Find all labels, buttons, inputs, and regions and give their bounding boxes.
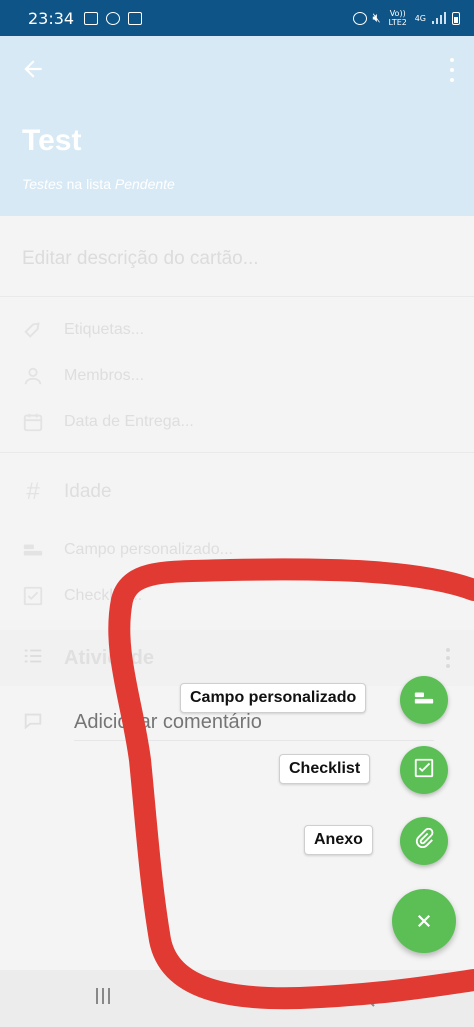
paperclip-icon <box>413 827 435 855</box>
due-date-row[interactable]: Data de Entrega... <box>0 400 474 444</box>
card-subtitle: Testes na lista Pendente <box>22 176 175 192</box>
do-not-disturb-icon <box>106 11 121 25</box>
activity-more-icon[interactable] <box>446 648 450 668</box>
person-icon <box>22 365 44 387</box>
status-bar: 23:34 🔇︎ Vo)) LTE2 4G <box>0 0 474 36</box>
label-tag-icon <box>22 319 44 341</box>
status-system-icons: 🔇︎ Vo)) LTE2 4G <box>352 9 460 27</box>
custom-field-icon <box>22 539 44 561</box>
system-nav-bar <box>0 970 474 1027</box>
more-vert-icon[interactable] <box>448 58 456 82</box>
recents-icon[interactable] <box>96 988 110 1004</box>
fab-label-custom-field[interactable]: Campo personalizado <box>180 683 367 713</box>
checkbox-notification-icon <box>128 11 143 25</box>
signal-icon <box>432 12 446 24</box>
custom-field-row[interactable]: Campo personalizado... <box>0 528 474 572</box>
list-icon <box>22 645 44 672</box>
fab-custom-field-button[interactable] <box>400 676 448 724</box>
board-name: Testes <box>22 176 63 192</box>
labels-text: Etiquetas... <box>64 321 145 338</box>
back-arrow-icon[interactable] <box>20 56 46 82</box>
hash-icon: # <box>26 478 40 505</box>
checklist-icon <box>22 585 44 607</box>
labels-row[interactable]: Etiquetas... <box>0 308 474 352</box>
members-row[interactable]: Membros... <box>0 354 474 398</box>
battery-icon <box>452 11 460 25</box>
divider <box>0 296 474 297</box>
age-field-row[interactable]: # Idade <box>0 470 474 514</box>
fab-label-checklist[interactable]: Checklist <box>279 754 371 784</box>
volte-indicator: Vo)) LTE2 <box>388 9 407 27</box>
network-type: 4G <box>414 13 426 23</box>
close-icon <box>415 906 433 937</box>
fab-label-attachment[interactable]: Anexo <box>304 825 373 855</box>
calendar-icon <box>22 411 44 433</box>
fab-attachment-button[interactable] <box>400 817 448 865</box>
image-icon <box>84 11 99 25</box>
checklist-text: Checklist... <box>64 587 143 604</box>
activity-header: Atividade <box>0 630 474 686</box>
checklist-icon <box>413 757 435 784</box>
description-field[interactable]: Editar descrição do cartão... <box>22 248 259 270</box>
fab-checklist-button[interactable] <box>400 746 448 794</box>
status-time: 23:34 <box>28 8 75 28</box>
members-text: Membros... <box>64 367 145 384</box>
custom-field-icon <box>413 687 435 714</box>
divider <box>0 452 474 453</box>
card-title[interactable]: Test <box>22 124 81 158</box>
checklist-row[interactable]: Checklist... <box>0 574 474 618</box>
nav-back-icon[interactable] <box>362 986 378 1014</box>
mute-icon: 🔇︎ <box>372 10 381 26</box>
status-notifications <box>84 11 143 25</box>
custom-field-text: Campo personalizado... <box>64 541 233 558</box>
list-name: Pendente <box>114 176 175 192</box>
in-list-text: na lista <box>62 176 115 192</box>
activity-title: Atividade <box>64 646 155 669</box>
due-date-text: Data de Entrega... <box>64 413 194 430</box>
fab-close-button[interactable] <box>392 889 456 953</box>
alarm-icon <box>352 11 367 25</box>
comment-icon <box>22 710 44 737</box>
age-field-text: Idade <box>64 481 112 502</box>
card-header: Test Testes na lista Pendente <box>0 36 474 216</box>
